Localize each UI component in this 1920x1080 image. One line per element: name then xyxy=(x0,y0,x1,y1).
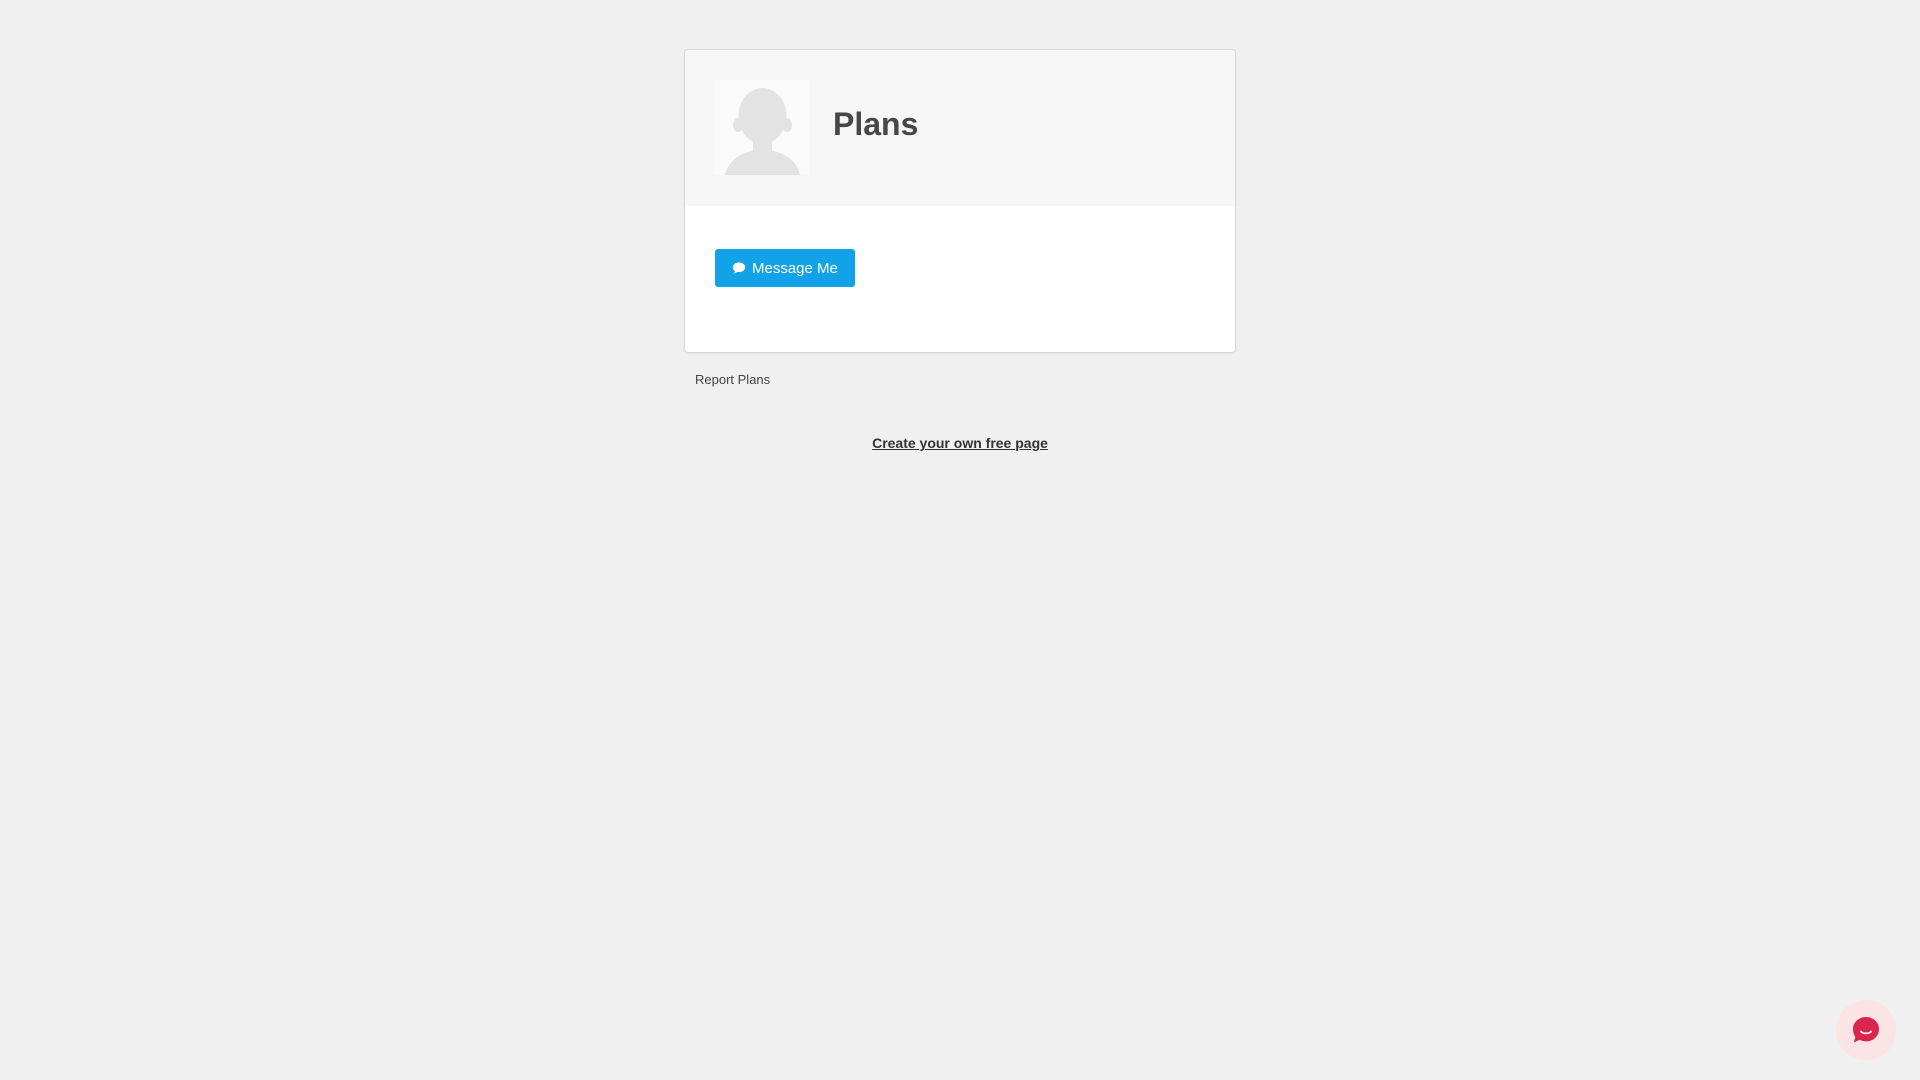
default-user-silhouette-icon xyxy=(715,80,810,175)
avatar xyxy=(715,80,810,175)
page: Plans Message Me Report Plans Create you… xyxy=(0,0,1920,1080)
chat-bubble-icon xyxy=(732,261,746,275)
message-me-label: Message Me xyxy=(752,259,838,277)
create-page-link[interactable]: Create your own free page xyxy=(872,435,1048,451)
page-title: Plans xyxy=(833,106,919,142)
message-me-button[interactable]: Message Me xyxy=(715,249,855,287)
create-page-link-wrapper: Create your own free page xyxy=(0,435,1920,451)
report-link[interactable]: Report Plans xyxy=(695,372,770,387)
chat-widget-button[interactable] xyxy=(1836,1000,1896,1060)
profile-card: Plans Message Me xyxy=(684,49,1236,353)
chat-bubble-icon xyxy=(1853,1017,1879,1043)
profile-header: Plans xyxy=(685,50,1235,206)
